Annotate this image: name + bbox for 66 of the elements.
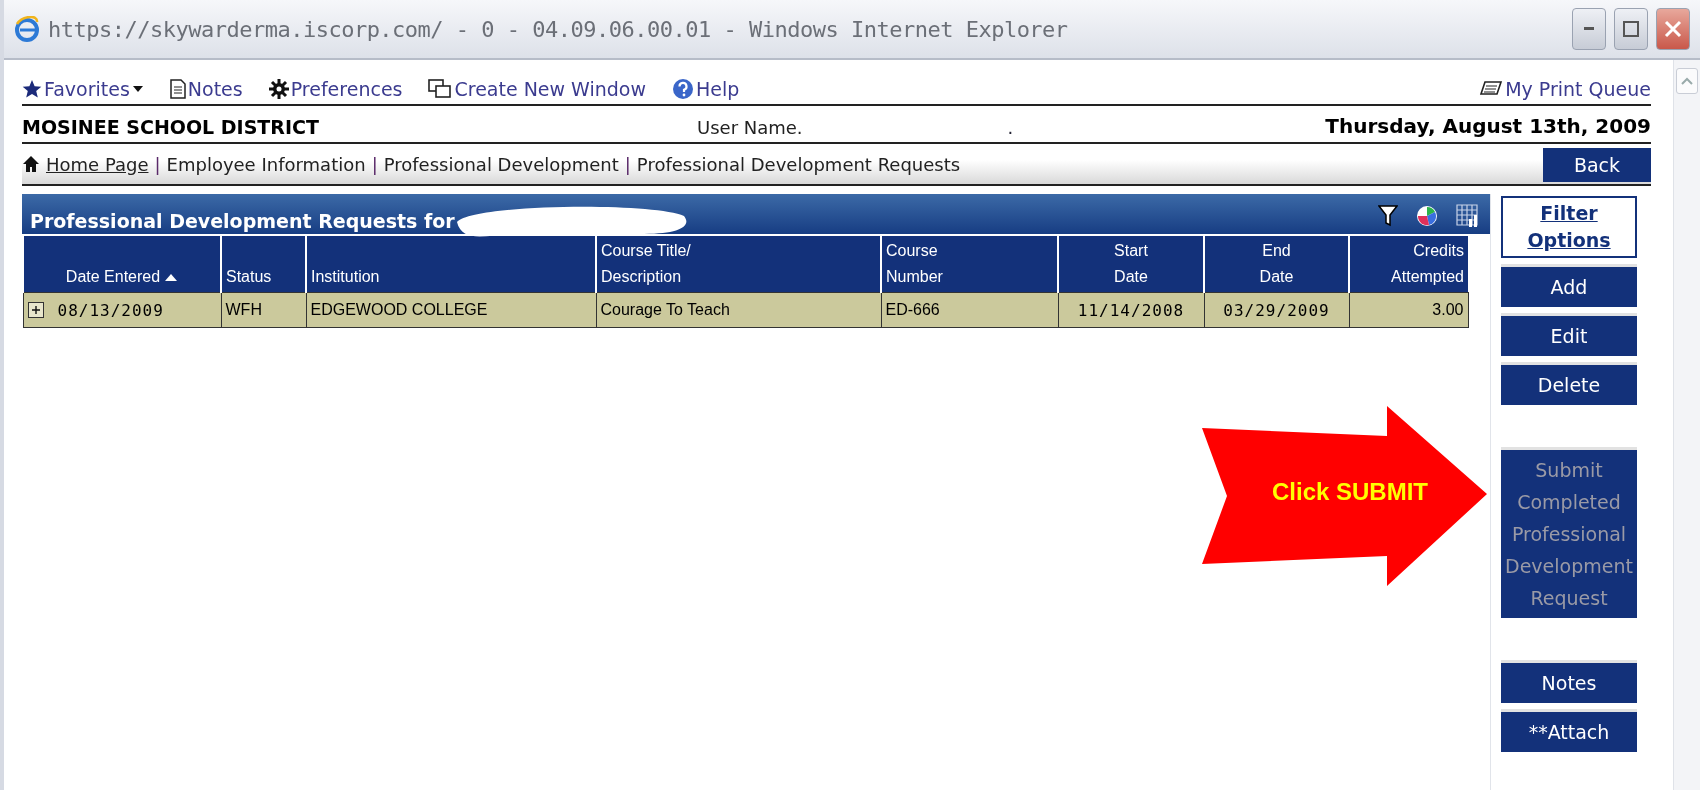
breadcrumb-separator: | — [371, 153, 378, 175]
toolbar-link[interactable]: Preferences — [268, 78, 403, 100]
table-cell: 08/13/2009 — [57, 300, 164, 320]
filter-icon[interactable] — [1378, 205, 1398, 227]
action-button[interactable]: Notes — [1501, 660, 1637, 703]
pie-chart-icon[interactable] — [1416, 205, 1438, 227]
action-button[interactable]: Delete — [1501, 362, 1637, 405]
grid-title: Professional Development Requests for — [30, 210, 455, 232]
column-header[interactable]: Course Number — [881, 235, 1058, 293]
table-cell: Courage To Teach — [596, 292, 881, 328]
maximize-icon — [1623, 21, 1639, 37]
district-name: MOSINEE SCHOOL DISTRICT — [22, 116, 320, 138]
column-header[interactable]: Status — [221, 235, 306, 293]
caret-icon — [131, 85, 144, 93]
help-icon — [672, 78, 695, 100]
table-cell: 03/29/2009 — [1204, 292, 1349, 328]
minimize-icon — [1584, 27, 1594, 31]
browser-logo-icon — [14, 16, 40, 42]
scrollbar[interactable] — [1673, 60, 1700, 790]
column-header[interactable]: Date Entered — [23, 235, 221, 293]
column-header[interactable]: Institution — [306, 235, 596, 293]
back-button[interactable]: Back — [1543, 148, 1651, 182]
maximize-button[interactable] — [1614, 8, 1648, 50]
close-icon — [1664, 20, 1682, 38]
user-name-value: . — [1007, 117, 1014, 138]
column-header[interactable]: Course Title/ Description — [596, 235, 881, 293]
table-cell: EDGEWOOD COLLEGE — [306, 292, 596, 328]
breadcrumb-separator: | — [154, 153, 161, 175]
table-cell: 3.00 — [1349, 292, 1468, 328]
sort-ascending-icon — [164, 272, 179, 282]
breadcrumb-link[interactable]: Professional Development — [383, 153, 619, 175]
action-button[interactable]: Add — [1501, 264, 1637, 307]
current-date: Thursday, August 13th, 2009 — [1325, 114, 1651, 138]
action-button[interactable]: **Attach — [1501, 709, 1637, 752]
toolbar-link[interactable]: Notes — [169, 78, 243, 100]
close-button[interactable] — [1656, 8, 1690, 50]
windows-icon — [428, 79, 453, 99]
action-button[interactable]: Edit — [1501, 313, 1637, 356]
printer-icon — [1479, 80, 1504, 98]
table-chart-icon[interactable] — [1456, 204, 1480, 228]
gear-icon — [268, 79, 289, 99]
callout-text: Click SUBMIT — [1272, 478, 1429, 506]
column-header[interactable]: End Date — [1204, 235, 1349, 293]
user-name-label: User Name. — [697, 117, 803, 138]
home-icon — [22, 155, 40, 173]
column-header[interactable]: Start Date — [1058, 235, 1204, 293]
breadcrumb-link[interactable]: Employee Information — [166, 153, 366, 175]
caret-up-icon — [1681, 77, 1693, 85]
plus-icon — [30, 305, 41, 315]
star-icon — [22, 79, 42, 99]
table-cell: ED-666 — [881, 292, 1058, 328]
breadcrumb-link[interactable]: Home Page — [46, 153, 149, 175]
table-cell: 11/14/2008 — [1058, 292, 1204, 328]
document-icon — [169, 79, 186, 99]
breadcrumb-link[interactable]: Professional Development Requests — [636, 153, 961, 175]
column-header[interactable]: Credits Attempted — [1349, 235, 1468, 293]
toolbar-link[interactable]: Help — [672, 78, 740, 100]
window-title: https://skywarderma.iscorp.com/ - 0 - 04.09.06.00.01 - Windows Internet Explorer — [48, 16, 1069, 42]
toolbar-link[interactable]: Create New Window — [428, 78, 647, 100]
breadcrumb-separator: | — [624, 153, 631, 175]
toolbar-link[interactable]: Favorites — [22, 78, 144, 100]
expand-button[interactable] — [27, 302, 44, 318]
filter-options-link[interactable]: Filter Options — [1501, 196, 1637, 258]
minimize-button[interactable] — [1572, 8, 1606, 50]
print-queue-link[interactable]: My Print Queue — [1479, 78, 1651, 100]
table-cell: WFH — [221, 292, 306, 328]
